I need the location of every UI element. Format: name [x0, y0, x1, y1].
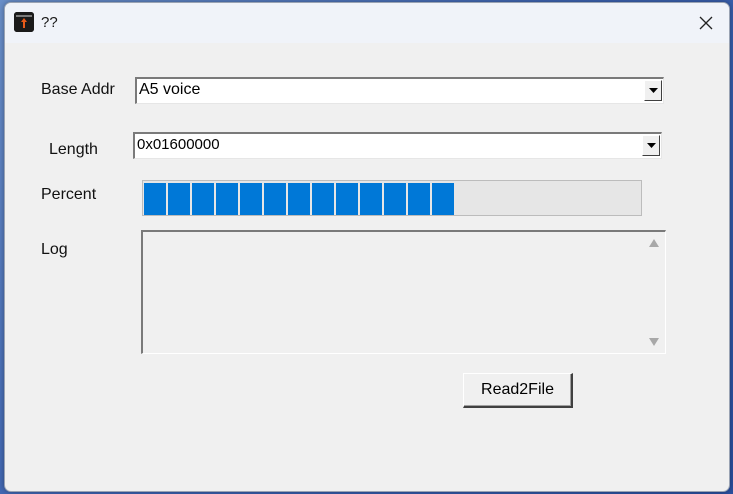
progress-block	[432, 183, 454, 215]
length-value: 0x01600000	[137, 136, 220, 153]
progress-block	[408, 183, 430, 215]
app-flame-icon	[14, 12, 34, 32]
scroll-up-arrow-icon[interactable]	[649, 239, 659, 247]
title-bar[interactable]: ??	[5, 3, 729, 43]
progress-block	[312, 183, 334, 215]
base-addr-label: Base Addr	[41, 81, 115, 98]
close-button[interactable]	[683, 3, 729, 43]
base-addr-value: A5 voice	[139, 81, 201, 98]
progress-block	[216, 183, 238, 215]
length-dropdown-button[interactable]	[642, 135, 660, 156]
progress-block	[240, 183, 262, 215]
progress-block	[384, 183, 406, 215]
progress-fill	[144, 183, 456, 215]
log-scrollbar[interactable]	[644, 232, 665, 353]
progress-block	[144, 183, 166, 215]
base-addr-select[interactable]: A5 voice	[135, 77, 664, 104]
progress-block	[336, 183, 358, 215]
progress-block	[264, 183, 286, 215]
progress-bar	[142, 180, 642, 216]
scroll-down-arrow-icon[interactable]	[649, 338, 659, 346]
window-title: ??	[41, 14, 58, 31]
progress-block	[168, 183, 190, 215]
close-icon	[699, 16, 713, 30]
app-window: ?? Base Addr A5 voice Length 0x01600000 …	[4, 2, 730, 492]
percent-label: Percent	[41, 186, 97, 203]
read2file-button[interactable]: Read2File	[463, 373, 573, 408]
log-textarea[interactable]	[141, 230, 666, 354]
length-select[interactable]: 0x01600000	[133, 132, 662, 159]
base-addr-dropdown-button[interactable]	[644, 80, 662, 101]
progress-block	[192, 183, 214, 215]
progress-block	[360, 183, 382, 215]
length-label: Length	[49, 141, 98, 158]
chevron-down-icon	[646, 143, 656, 148]
log-label: Log	[41, 241, 68, 258]
progress-block	[288, 183, 310, 215]
chevron-down-icon	[648, 88, 658, 93]
